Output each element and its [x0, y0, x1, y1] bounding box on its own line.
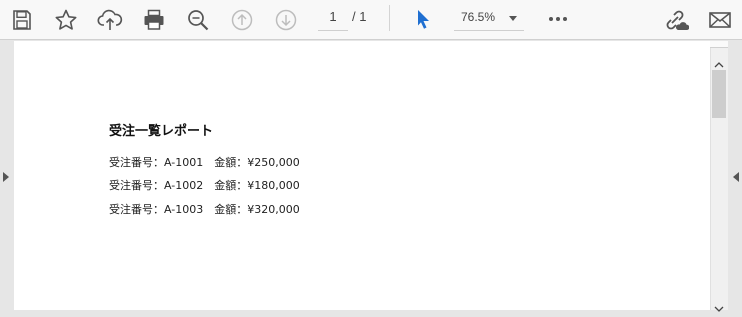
zoom-dropdown[interactable]: 76.5%: [454, 6, 524, 31]
toolbar-divider: [389, 5, 390, 31]
report-title: 受注一覧レポート: [109, 124, 214, 139]
scroll-up-icon[interactable]: [714, 54, 724, 68]
scrollbar-thumb[interactable]: [712, 70, 726, 118]
next-page-icon[interactable]: [271, 5, 301, 35]
zoom-icon[interactable]: [183, 5, 213, 35]
chevron-down-icon: [509, 16, 517, 21]
expand-right-panel-icon[interactable]: [733, 172, 739, 182]
zoom-value: 76.5%: [461, 10, 496, 24]
page-total: / 1: [352, 9, 367, 24]
bookmark-star-icon[interactable]: [51, 5, 81, 35]
previous-page-icon[interactable]: [227, 5, 257, 35]
cloud-upload-icon[interactable]: [95, 5, 125, 35]
share-link-icon[interactable]: [661, 5, 691, 35]
select-cursor-icon[interactable]: [408, 5, 438, 35]
document-page: 受注一覧レポート 受注番号：A-1001 金額：¥250,000 受注番号：A-…: [14, 41, 710, 310]
order-line: 受注番号：A-1001 金額：¥250,000: [109, 156, 300, 169]
print-icon[interactable]: [139, 5, 169, 35]
more-options-icon[interactable]: [545, 8, 571, 30]
order-line: 受注番号：A-1003 金額：¥320,000: [109, 203, 300, 216]
order-line: 受注番号：A-1002 金額：¥180,000: [109, 179, 300, 192]
page-number-input[interactable]: 1: [318, 6, 348, 31]
save-icon[interactable]: [7, 5, 37, 35]
email-icon[interactable]: [705, 5, 735, 35]
scroll-down-icon[interactable]: [714, 298, 724, 312]
scrollbar-top-edge: [710, 41, 728, 48]
expand-left-panel-icon[interactable]: [3, 172, 9, 182]
toolbar: 1 / 1 76.5%: [0, 0, 742, 40]
